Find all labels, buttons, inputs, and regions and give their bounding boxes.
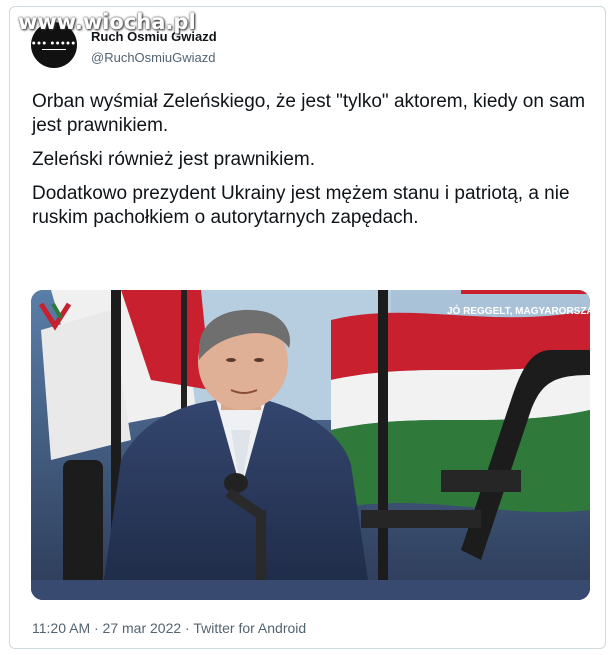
tweet-paragraph: Orban wyśmiał Zeleńskiego, że jest "tylk… xyxy=(32,91,586,136)
tweet-paragraph: Zeleński również jest prawnikiem. xyxy=(32,149,315,170)
tweet-media-image[interactable]: JÓ REGGELT, MAGYARORSZÁ xyxy=(31,290,590,600)
stars-icon: ●●● ●●●●● xyxy=(31,39,77,47)
tweet-meta[interactable]: 11:20 AM · 27 mar 2022 · Twitter for And… xyxy=(32,620,306,636)
tweet-paragraph: Dodatkowo prezydent Ukrainy jest mężem s… xyxy=(32,183,570,228)
author-handle[interactable]: @RuchOsmiuGwiazd xyxy=(91,50,215,65)
tweet-text: Orban wyśmiał Zeleńskiego, że jest "tylk… xyxy=(32,90,592,240)
broadcast-photo: JÓ REGGELT, MAGYARORSZÁ xyxy=(31,290,590,600)
broadcast-caption: JÓ REGGELT, MAGYARORSZÁ xyxy=(447,304,590,317)
avatar-line xyxy=(42,49,66,50)
watermark-logo: www.wiocha.pl xyxy=(18,10,196,34)
